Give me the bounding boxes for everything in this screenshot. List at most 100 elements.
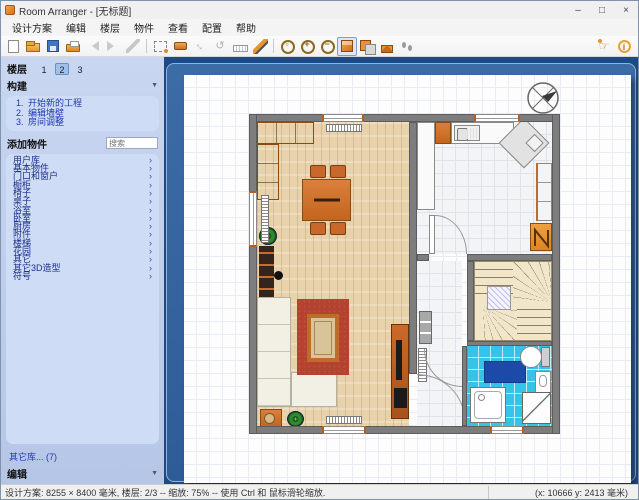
toilet[interactable]: [520, 346, 542, 368]
minimize-button[interactable]: –: [566, 1, 590, 19]
dining-chair[interactable]: [310, 165, 326, 178]
house-3d-button[interactable]: [377, 37, 397, 56]
object-category-item[interactable]: 楼梯 ›: [10, 239, 155, 247]
pointer-mode-button[interactable]: ☞: [594, 37, 614, 56]
tall-cabinet[interactable]: [417, 122, 435, 210]
object-category-item[interactable]: 橱柜 ›: [10, 181, 155, 189]
radiator[interactable]: [261, 195, 269, 243]
new-file-button[interactable]: [3, 37, 23, 56]
menu-item[interactable]: 设计方案: [5, 19, 59, 36]
resize-button[interactable]: ↔: [190, 37, 210, 56]
close-button[interactable]: ×: [614, 1, 638, 19]
kitchen-cabinet[interactable]: [435, 122, 451, 144]
build-step-link[interactable]: 1. 开始新的工程: [14, 99, 155, 108]
sofa[interactable]: [257, 297, 291, 407]
side-table[interactable]: [260, 409, 282, 427]
other-libraries-link[interactable]: 其它库... (7): [9, 450, 156, 463]
wall-left[interactable]: [249, 114, 257, 434]
drawing-page[interactable]: [184, 75, 631, 483]
object-category-item[interactable]: 椅子 ›: [10, 189, 155, 197]
staircase[interactable]: [474, 261, 552, 341]
sofa-chaise[interactable]: [291, 372, 337, 407]
coffee-table[interactable]: [307, 314, 339, 362]
wall-kitchen-bottom-a[interactable]: [417, 254, 429, 261]
print-button[interactable]: [63, 37, 83, 56]
zoom-out-button[interactable]: [317, 37, 337, 56]
save-button[interactable]: [43, 37, 63, 56]
bath-mat[interactable]: [484, 361, 526, 383]
floor-tab[interactable]: 1: [37, 63, 51, 75]
rotate-button[interactable]: ↺: [210, 37, 230, 56]
corner-counter-left[interactable]: [257, 144, 279, 200]
floor-tab[interactable]: 3: [73, 63, 87, 75]
wall-interior-vertical[interactable]: [409, 122, 417, 374]
dining-table[interactable]: [302, 179, 351, 221]
object-category-item[interactable]: 卧室 ›: [10, 214, 155, 222]
wall-kitchen-bottom-b[interactable]: [467, 254, 552, 261]
wall-bathroom-left[interactable]: [462, 346, 467, 426]
object-category-item[interactable]: 厨房 ›: [10, 222, 155, 230]
menu-item[interactable]: 帮助: [229, 19, 263, 36]
object-category-item[interactable]: 其它3D造型 ›: [10, 264, 155, 272]
dining-chair[interactable]: [330, 222, 346, 235]
menu-item[interactable]: 物件: [127, 19, 161, 36]
draw-button[interactable]: [250, 37, 270, 56]
title-bar[interactable]: Room Arranger - [无标题] – □ ×: [1, 1, 638, 19]
window[interactable]: [322, 114, 364, 122]
menu-item[interactable]: 查看: [161, 19, 195, 36]
dining-chair[interactable]: [330, 165, 346, 178]
menu-item[interactable]: 配置: [195, 19, 229, 36]
object-category-item[interactable]: 浴室 ›: [10, 206, 155, 214]
window[interactable]: [490, 426, 524, 434]
maximize-button[interactable]: □: [590, 1, 614, 19]
hall-radiator[interactable]: [419, 311, 432, 344]
build-step-link[interactable]: 3. 房间调整: [14, 118, 155, 127]
undo-button[interactable]: [83, 37, 103, 56]
collapse-build-icon[interactable]: ▼: [151, 82, 158, 89]
object-category-item[interactable]: 花园 ›: [10, 247, 155, 255]
zoom-in-button[interactable]: [297, 37, 317, 56]
floor-tab[interactable]: 2: [55, 63, 69, 75]
build-step-link[interactable]: 2. 编辑墙壁: [14, 109, 155, 118]
washing-machine[interactable]: [522, 392, 551, 424]
window[interactable]: [474, 114, 520, 122]
corner-counter-top[interactable]: [257, 122, 314, 144]
duplicate-button[interactable]: [357, 37, 377, 56]
redo-button[interactable]: [103, 37, 123, 56]
about-button[interactable]: i: [614, 37, 634, 56]
floor-lamp[interactable]: [274, 271, 283, 280]
dining-chair[interactable]: [310, 222, 326, 235]
select-objects-button[interactable]: [150, 37, 170, 56]
window[interactable]: [322, 426, 366, 434]
tv-cabinet[interactable]: [391, 324, 409, 419]
menu-item[interactable]: 楼层: [93, 19, 127, 36]
potted-plant[interactable]: [287, 411, 304, 427]
window[interactable]: [249, 191, 257, 247]
bathroom-sink[interactable]: [535, 371, 551, 393]
walkthrough-button[interactable]: [397, 37, 417, 56]
wall-stairs-left[interactable]: [467, 261, 474, 341]
boiler[interactable]: [530, 223, 552, 251]
object-category-item[interactable]: 桌子 ›: [10, 197, 155, 205]
object-search-input[interactable]: [106, 137, 158, 149]
radiator[interactable]: [326, 416, 362, 424]
kitchen-sink[interactable]: [454, 125, 480, 141]
shower-tray[interactable]: [470, 387, 506, 423]
object-category-item[interactable]: 附件 ›: [10, 230, 155, 238]
bookshelf[interactable]: [259, 246, 274, 300]
object-category-item[interactable]: 符号 ›: [10, 272, 155, 280]
dimension-button[interactable]: [230, 37, 250, 56]
wall-tool-button[interactable]: [170, 37, 190, 56]
zoom-selection-button[interactable]: [277, 37, 297, 56]
view-3d-button[interactable]: [337, 37, 357, 56]
menu-item[interactable]: 编辑: [59, 19, 93, 36]
open-file-button[interactable]: [23, 37, 43, 56]
wall-bathroom-top[interactable]: [467, 341, 552, 346]
radiator[interactable]: [326, 124, 362, 132]
format-brush-button[interactable]: [123, 37, 143, 56]
wall-cabinets[interactable]: [536, 163, 552, 221]
floors-label: 楼层: [7, 61, 27, 76]
wall-right[interactable]: [552, 114, 560, 434]
object-category-item[interactable]: 门口和窗户 ›: [10, 172, 155, 180]
collapse-edit-icon[interactable]: ▼: [151, 470, 158, 477]
